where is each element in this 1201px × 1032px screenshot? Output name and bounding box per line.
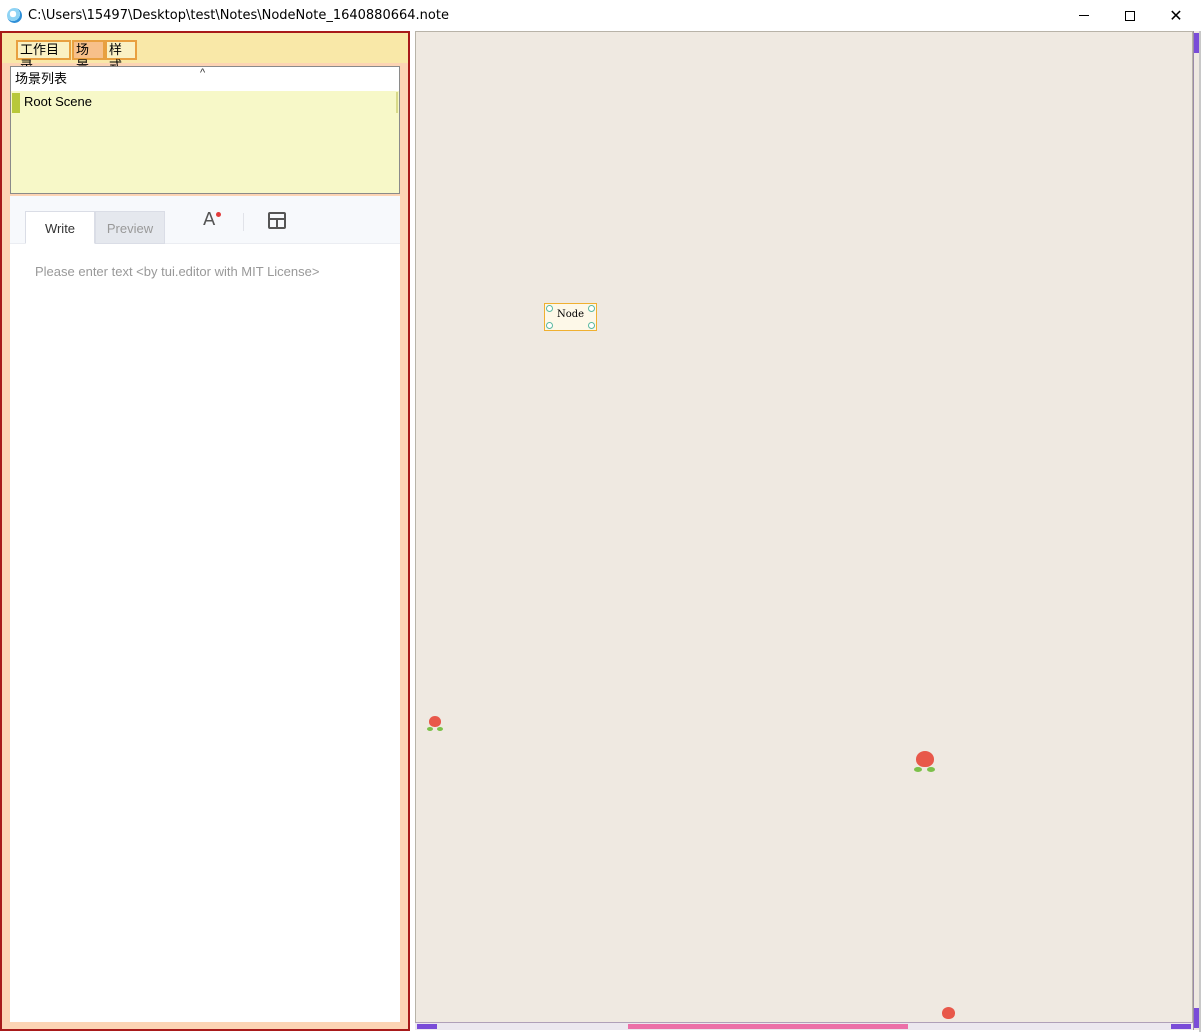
tab-write[interactable]: Write <box>25 211 95 244</box>
window-title: C:\Users\15497\Desktop\test\Notes\NodeNo… <box>28 8 449 23</box>
scene-list-title: 场景列表 <box>15 71 68 86</box>
tab-scene[interactable]: 场景 <box>72 40 105 73</box>
table-icon[interactable] <box>268 212 286 229</box>
scroll-left-handle[interactable] <box>417 1024 437 1029</box>
editor-input[interactable]: Please enter text <by tui.editor with MI… <box>35 264 319 279</box>
node-canvas[interactable]: Node <box>415 31 1193 1023</box>
maximize-icon <box>1125 10 1135 21</box>
minimize-button[interactable] <box>1061 0 1107 31</box>
scroll-right-handle[interactable] <box>1171 1024 1191 1029</box>
collapse-icon[interactable]: ^ <box>200 61 205 85</box>
markdown-editor: Write Preview A Please enter text <by tu… <box>10 196 400 1022</box>
node-port-icon[interactable] <box>588 322 595 329</box>
close-icon: ✕ <box>1169 7 1183 25</box>
editor-toolbar: Write Preview A <box>10 196 400 244</box>
scene-list-item[interactable]: Root Scene <box>11 92 399 113</box>
node-label: Node <box>556 309 585 320</box>
left-panel: 工作目录 场景 样式 场景列表 ^ Root Scene Write Previ… <box>0 31 410 1031</box>
scene-selected-marker <box>12 93 20 113</box>
tab-style[interactable]: 样式 <box>105 40 137 73</box>
scene-list: 场景列表 ^ Root Scene <box>10 66 400 194</box>
flower-icon <box>427 716 443 734</box>
tab-work-directory[interactable]: 工作目录 <box>16 40 71 73</box>
node-box[interactable]: Node <box>544 303 597 331</box>
close-button[interactable]: ✕ <box>1153 0 1199 31</box>
scene-item-edge <box>396 92 398 113</box>
horizontal-scroll-thumb[interactable] <box>628 1024 908 1029</box>
title-bar: C:\Users\15497\Desktop\test\Notes\NodeNo… <box>0 0 1201 31</box>
tab-preview[interactable]: Preview <box>95 211 165 244</box>
flower-icon <box>914 751 936 776</box>
app-icon <box>7 8 22 23</box>
node-port-icon[interactable] <box>546 322 553 329</box>
font-indicator-dot <box>216 212 221 217</box>
toolbar-divider <box>243 213 244 231</box>
sidebar-tabbar: 工作目录 场景 样式 <box>2 33 408 73</box>
font-style-icon[interactable]: A <box>203 209 215 230</box>
minimize-icon <box>1079 15 1089 16</box>
horizontal-scrollbar[interactable] <box>415 1022 1193 1030</box>
maximize-button[interactable] <box>1107 0 1153 31</box>
scene-item-label: Root Scene <box>24 94 92 109</box>
scene-list-header[interactable]: 场景列表 ^ <box>11 67 399 91</box>
flower-icon <box>941 1007 957 1021</box>
